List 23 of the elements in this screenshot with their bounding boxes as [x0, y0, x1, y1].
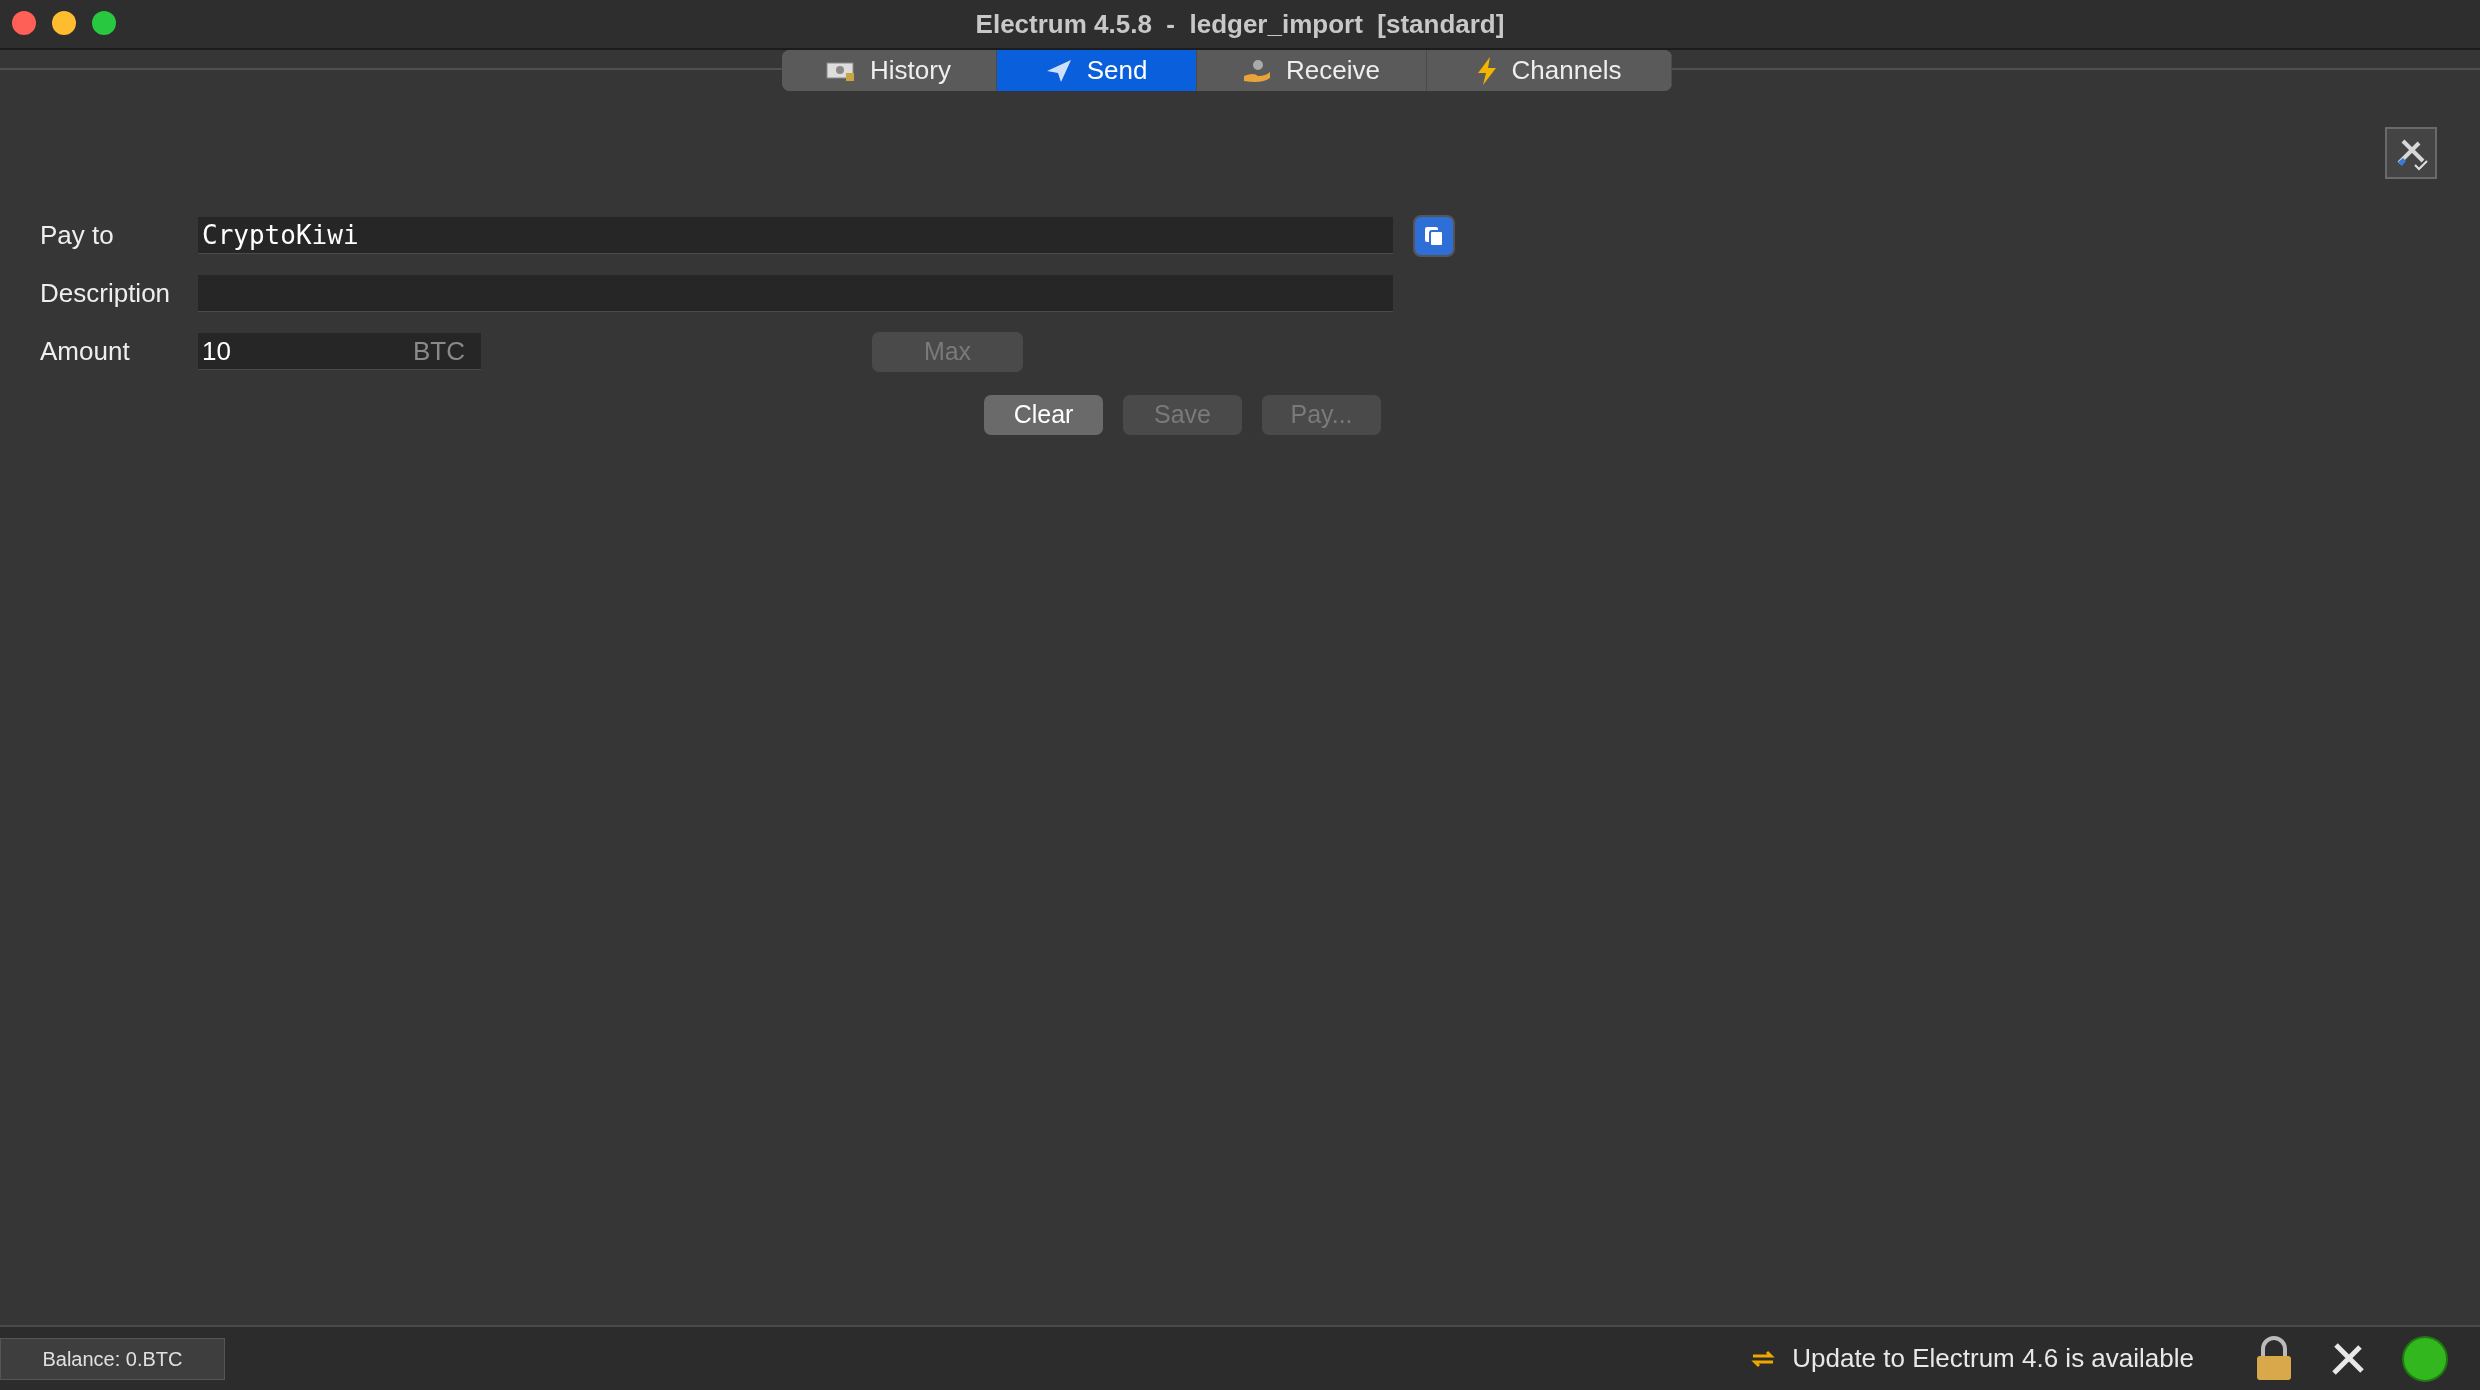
tab[interactable]: Send — [996, 50, 1197, 91]
balance-button[interactable]: Balance: 0.BTC — [0, 1337, 225, 1380]
action-button[interactable]: Clear — [984, 395, 1103, 435]
currency-unit: BTC — [401, 333, 481, 370]
field-label: Amount — [40, 335, 131, 368]
banknote-icon — [826, 59, 857, 82]
field-label: Pay to — [40, 219, 115, 252]
connection-status-icon[interactable] — [2402, 1335, 2448, 1382]
hand-coin-icon — [1242, 57, 1273, 84]
lightning-icon — [1475, 55, 1498, 86]
tab[interactable]: History — [781, 50, 997, 91]
paste-button[interactable] — [1413, 214, 1455, 257]
minimize-button[interactable] — [52, 11, 76, 35]
window-title: Electrum 4.5.8 - ledger_import [standard] — [975, 7, 1505, 41]
tools-menu-button[interactable] — [2385, 127, 2437, 179]
lock-icon[interactable] — [2254, 1335, 2294, 1382]
field-label: Description — [40, 277, 172, 310]
close-button[interactable] — [12, 11, 36, 35]
amount-field[interactable]: 10 — [198, 333, 401, 370]
zoom-button[interactable] — [92, 11, 116, 35]
pay-to-field[interactable]: CryptoKiwi — [198, 217, 1393, 254]
description-field[interactable] — [198, 275, 1393, 312]
update-message[interactable]: Update to Electrum 4.6 is available — [1792, 1339, 2194, 1378]
